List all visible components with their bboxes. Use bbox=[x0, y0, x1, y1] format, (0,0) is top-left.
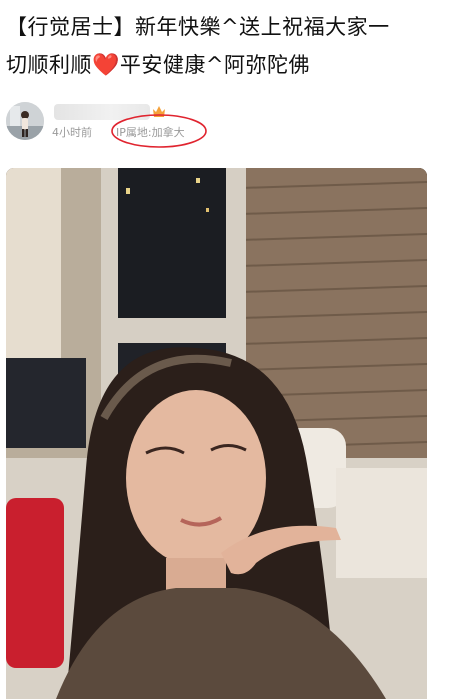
post-text: 【行觉居士】新年快樂^送上祝福大家一 切顺利顺❤️平安健康^阿弥陀佛 bbox=[6, 8, 451, 85]
user-avatar-icon[interactable] bbox=[6, 102, 44, 140]
ip-location-highlight-circle bbox=[111, 114, 207, 148]
post-photo[interactable] bbox=[6, 168, 427, 699]
heart-icon: ❤️ bbox=[92, 53, 120, 78]
author-row: 4小时前 IP属地:加拿大 bbox=[6, 102, 446, 148]
post-text-line-2-start: 切顺利顺 bbox=[6, 53, 92, 77]
post-time: 4小时前 bbox=[52, 126, 92, 139]
post-text-line-2-end: 平安健康^阿弥陀佛 bbox=[119, 53, 311, 77]
post-text-line-1: 【行觉居士】新年快樂^送上祝福大家一 bbox=[6, 15, 390, 39]
